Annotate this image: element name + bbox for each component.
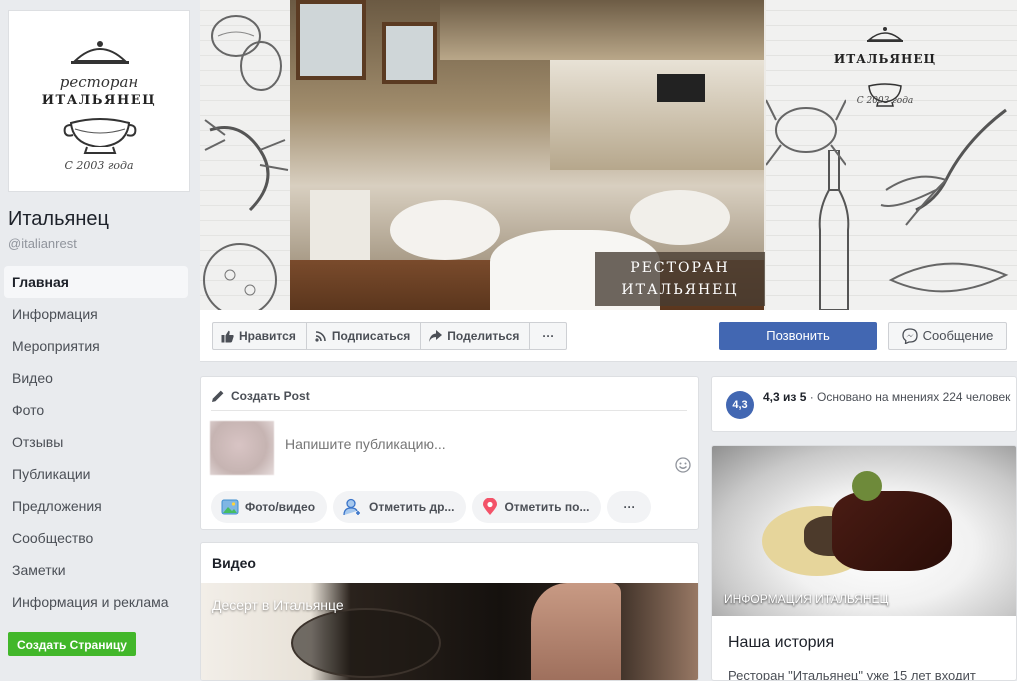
page-action-bar: Нравится Подписаться Поделиться ··· Позв… (200, 310, 1017, 362)
rating-badge: 4,3 (726, 391, 754, 419)
fish-illustration-icon (888, 262, 1009, 293)
cover-logo: ИТАЛЬЯНЕЦ С 2003 года (795, 27, 975, 107)
logo-script-text: ресторан (59, 73, 139, 91)
rating-summary: 4,3 из 5 · Основано на мнениях 224 челов… (763, 389, 1013, 405)
messenger-icon (901, 328, 918, 344)
follow-button[interactable]: Подписаться (307, 323, 422, 349)
pizza-illustration-icon (203, 243, 277, 310)
like-button[interactable]: Нравится (213, 323, 307, 349)
thumbs-up-icon (221, 330, 234, 342)
composer-more-button[interactable]: ··· (607, 491, 652, 523)
nav-item-about[interactable]: Информация (4, 298, 188, 330)
photo-icon (221, 499, 239, 515)
story-image-caption: ИНФОРМАЦИЯ ИТАЛЬЯНЕЦ (724, 592, 889, 606)
avatar (210, 421, 274, 475)
photo-video-chip[interactable]: Фото/видео (211, 491, 328, 523)
rating-basis: Основано на мнениях 224 человек (817, 390, 1011, 404)
squid-illustration-icon (880, 108, 1007, 226)
rss-icon (315, 331, 326, 342)
composer-actions: Фото/видео Отметить др... Отметить по...… (211, 491, 652, 523)
more-options-button[interactable]: ··· (530, 323, 566, 349)
share-label: Поделиться (447, 329, 520, 343)
location-pin-icon (483, 498, 498, 515)
rating-score-text: 4,3 из 5 (763, 390, 807, 404)
post-composer: Создать Post Фото/видео Отметить др... (200, 376, 699, 530)
cover-caption-line2: ИТАЛЬЯНЕЦ (621, 282, 739, 298)
cover-caption: РЕСТОРАН ИТАЛЬЯНЕЦ (595, 252, 765, 306)
tag-friends-chip[interactable]: Отметить др... (333, 491, 467, 523)
like-label: Нравится (239, 329, 296, 343)
share-button[interactable]: Поделиться (421, 323, 531, 349)
cover-logo-name: ИТАЛЬЯНЕЦ (833, 52, 937, 66)
cover-caption-line1: РЕСТОРАН (630, 260, 730, 276)
check-in-label: Отметить по... (504, 500, 590, 514)
video-section: Видео Десерт в Итальянце (200, 542, 699, 681)
nav-item-offers[interactable]: Предложения (4, 490, 188, 522)
rating-card[interactable]: 4,3 4,3 из 5 · Основано на мнениях 224 ч… (711, 376, 1017, 432)
logo-year-text: С 2003 года (64, 159, 134, 172)
tureen-icon (868, 83, 902, 107)
nav-item-events[interactable]: Мероприятия (4, 330, 188, 362)
divider (211, 410, 687, 411)
tag-friends-icon (343, 498, 361, 516)
tureen-icon (63, 118, 137, 154)
follow-label: Подписаться (331, 329, 411, 343)
composer-header[interactable]: Создать Post (211, 385, 310, 407)
composer-input[interactable] (285, 434, 585, 454)
cloche-icon (71, 41, 129, 64)
emoji-icon[interactable] (675, 457, 691, 473)
rating-separator: · (806, 390, 818, 404)
page-title[interactable]: Итальянец (8, 208, 109, 231)
create-page-button[interactable]: Создать Страницу (8, 632, 136, 656)
story-text: Ресторан "Итальянец" уже 15 лет входит (728, 668, 976, 681)
call-button[interactable]: Позвонить (719, 322, 877, 350)
cloche-icon (867, 27, 903, 42)
nav-item-notes[interactable]: Заметки (4, 554, 188, 586)
nav-item-photos[interactable]: Фото (4, 394, 188, 426)
profile-picture[interactable]: ресторан ИТАЛЬЯНЕЦ С 2003 года (8, 10, 190, 192)
message-label: Сообщение (922, 328, 994, 343)
tag-friends-label: Отметить др... (369, 500, 455, 514)
video-caption: Десерт в Итальянце (212, 597, 344, 613)
story-title: Наша история (728, 634, 835, 651)
lobster-illustration-icon (204, 119, 289, 212)
nav-item-videos[interactable]: Видео (4, 362, 188, 394)
page-handle[interactable]: @italianrest (8, 236, 77, 251)
story-image (712, 446, 1016, 616)
message-button[interactable]: Сообщение (888, 322, 1007, 350)
nav-item-community[interactable]: Сообщество (4, 522, 188, 554)
cover-illustration-left (200, 0, 290, 310)
share-arrow-icon (429, 330, 443, 342)
left-sidebar: ресторан ИТАЛЬЯНЕЦ С 2003 года Итальянец… (0, 0, 196, 681)
nav-item-info-ads[interactable]: Информация и реклама (4, 586, 188, 618)
action-button-group: Нравится Подписаться Поделиться ··· (212, 322, 568, 350)
check-in-chip[interactable]: Отметить по... (472, 491, 602, 523)
nav-item-home[interactable]: Главная (4, 266, 188, 298)
story-card[interactable]: ИНФОРМАЦИЯ ИТАЛЬЯНЕЦ Наша история Рестор… (711, 445, 1017, 681)
video-section-title: Видео (212, 555, 256, 571)
photo-video-label: Фото/видео (245, 500, 316, 514)
composer-header-label: Создать Post (231, 389, 310, 403)
pencil-icon (212, 390, 224, 402)
logo-name-text: ИТАЛЬЯНЕЦ (41, 93, 157, 108)
video-thumbnail[interactable]: Десерт в Итальянце (201, 583, 698, 680)
nav-item-reviews[interactable]: Отзывы (4, 426, 188, 458)
oyster-illustration-icon (211, 15, 282, 91)
cover-photo[interactable]: РЕСТОРАН ИТАЛЬЯНЕЦ ИТАЛЬЯНЕЦ С 2003 года (200, 0, 1017, 310)
page-nav: Главная Информация Мероприятия Видео Фот… (4, 266, 188, 618)
nav-item-posts[interactable]: Публикации (4, 458, 188, 490)
